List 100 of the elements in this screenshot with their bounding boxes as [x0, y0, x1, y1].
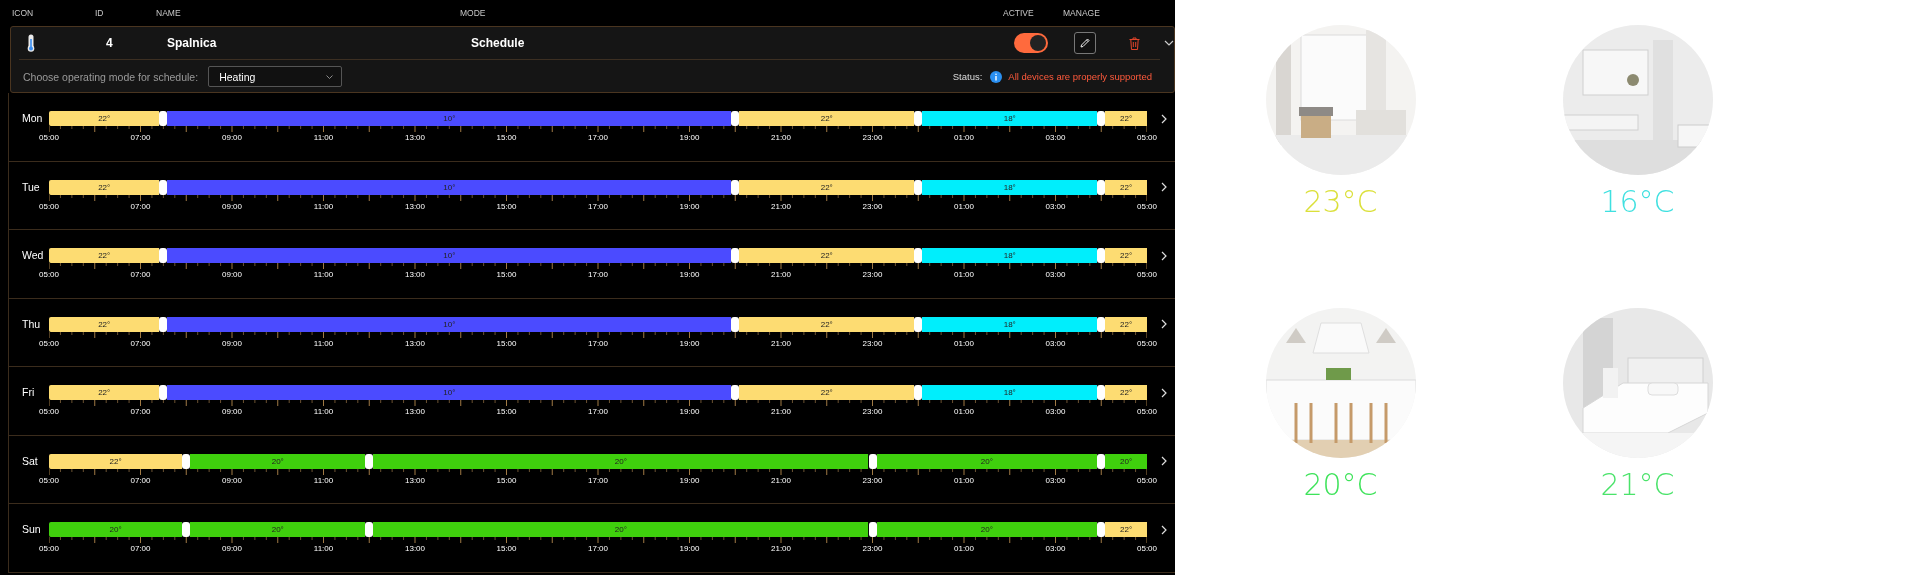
schedule-segment[interactable]: 22° — [49, 316, 160, 332]
drag-handle[interactable] — [1097, 248, 1106, 263]
time-label: 13:00 — [404, 544, 426, 553]
drag-handle[interactable] — [365, 453, 374, 469]
day-label: Thu — [21, 316, 42, 332]
drag-handle[interactable] — [731, 179, 740, 195]
time-label: 15:00 — [495, 544, 518, 553]
schedule-segment[interactable]: 20° — [373, 522, 869, 537]
time-label: 11:00 — [312, 407, 335, 416]
drag-handle[interactable] — [731, 111, 740, 126]
drag-handle[interactable] — [914, 248, 923, 263]
drag-handle[interactable] — [1097, 316, 1106, 332]
schedule-segment[interactable]: 22° — [1105, 179, 1147, 195]
schedule-segment[interactable]: 20° — [373, 453, 869, 469]
time-label: 05:00 — [38, 407, 60, 416]
edit-button[interactable] — [1074, 32, 1096, 54]
day-label: Mon — [21, 111, 44, 126]
drag-handle[interactable] — [1097, 179, 1106, 195]
schedule-segment[interactable]: 20° — [190, 453, 366, 469]
schedule-segment[interactable]: 22° — [739, 179, 915, 195]
active-toggle[interactable] — [1014, 33, 1048, 53]
mode-dropdown[interactable]: Heating — [208, 66, 343, 87]
drag-handle[interactable] — [159, 111, 168, 126]
drag-handle[interactable] — [365, 522, 374, 537]
time-label: 03:00 — [1044, 407, 1067, 416]
drag-handle[interactable] — [914, 111, 923, 126]
schedule-segment[interactable]: 22° — [739, 385, 915, 400]
time-label: 05:00 — [38, 475, 60, 485]
drag-handle[interactable] — [868, 453, 877, 469]
drag-handle[interactable] — [159, 248, 168, 263]
time-label: 19:00 — [678, 270, 701, 279]
time-label: 03:00 — [1044, 201, 1067, 211]
schedule-segment[interactable]: 18° — [922, 385, 1098, 400]
drag-handle[interactable] — [868, 522, 877, 537]
schedule-segment[interactable]: 20° — [49, 522, 183, 537]
time-label: 17:00 — [587, 544, 609, 553]
schedule-segment[interactable]: 22° — [739, 111, 915, 126]
time-label: 23:00 — [861, 201, 884, 211]
time-label: 05:00 — [1136, 270, 1158, 279]
schedule-segment[interactable]: 22° — [1105, 316, 1147, 332]
schedule-segment[interactable]: 22° — [49, 248, 160, 263]
time-label: 01:00 — [953, 544, 975, 553]
drag-handle[interactable] — [914, 179, 923, 195]
expand-chevron[interactable] — [1164, 40, 1174, 46]
drag-handle[interactable] — [731, 385, 740, 400]
time-label: 21:00 — [770, 201, 792, 211]
time-label: 09:00 — [221, 475, 243, 485]
drag-handle[interactable] — [731, 316, 740, 332]
drag-handle[interactable] — [1097, 385, 1106, 400]
schedule-segment[interactable]: 22° — [1105, 385, 1147, 400]
drag-handle[interactable] — [159, 179, 168, 195]
schedule-segment[interactable]: 22° — [49, 453, 183, 469]
drag-handle[interactable] — [731, 248, 740, 263]
chevron-icon — [1164, 40, 1174, 46]
schedule-segment[interactable]: 20° — [1105, 453, 1147, 469]
time-label: 17:00 — [587, 133, 609, 142]
device-name: Spalnica — [167, 36, 218, 50]
day-label: Wed — [21, 248, 45, 263]
schedule-segment[interactable]: 18° — [922, 316, 1098, 332]
drag-handle[interactable] — [182, 453, 191, 469]
time-label: 11:00 — [312, 544, 335, 553]
device-mode: Schedule — [471, 36, 526, 50]
time-label: 11:00 — [312, 201, 335, 211]
schedule-segment[interactable]: 20° — [876, 453, 1098, 469]
schedule-segment[interactable]: 22° — [739, 248, 915, 263]
schedule-segment[interactable]: 20° — [190, 522, 366, 537]
schedule-segment[interactable]: 22° — [49, 111, 160, 126]
time-label: 05:00 — [1136, 544, 1158, 553]
schedule-segment[interactable]: 18° — [922, 111, 1098, 126]
time-label: 15:00 — [495, 270, 518, 279]
schedule-segment[interactable]: 22° — [1105, 248, 1147, 263]
drag-handle[interactable] — [1097, 522, 1106, 537]
time-label: 01:00 — [953, 133, 975, 142]
time-label: 19:00 — [678, 544, 701, 553]
schedule-segment[interactable]: 22° — [739, 316, 915, 332]
schedule-segment[interactable]: 22° — [1105, 111, 1147, 126]
time-label: 01:00 — [953, 407, 975, 416]
time-label: 01:00 — [953, 201, 975, 211]
time-label: 17:00 — [587, 407, 609, 416]
day-label: Sat — [21, 453, 39, 469]
drag-handle[interactable] — [159, 385, 168, 400]
schedule-segment[interactable]: 18° — [922, 179, 1098, 195]
time-label: 21:00 — [770, 544, 792, 553]
schedule-segment[interactable]: 20° — [876, 522, 1098, 537]
device-id: 4 — [106, 36, 114, 50]
schedule-segment[interactable]: 22° — [49, 385, 160, 400]
schedule-segment[interactable]: 18° — [922, 248, 1098, 263]
column-header: MODE — [460, 8, 487, 18]
drag-handle[interactable] — [1097, 453, 1106, 469]
column-header: NAME — [156, 8, 182, 18]
drag-handle[interactable] — [1097, 111, 1106, 126]
drag-handle[interactable] — [914, 385, 923, 400]
time-label: 13:00 — [404, 201, 426, 211]
drag-handle[interactable] — [914, 316, 923, 332]
drag-handle[interactable] — [182, 522, 191, 537]
time-label: 07:00 — [129, 133, 152, 142]
room-temperature: 23°C — [1303, 185, 1378, 219]
schedule-segment[interactable]: 22° — [1105, 522, 1147, 537]
drag-handle[interactable] — [159, 316, 168, 332]
schedule-segment[interactable]: 22° — [49, 179, 160, 195]
